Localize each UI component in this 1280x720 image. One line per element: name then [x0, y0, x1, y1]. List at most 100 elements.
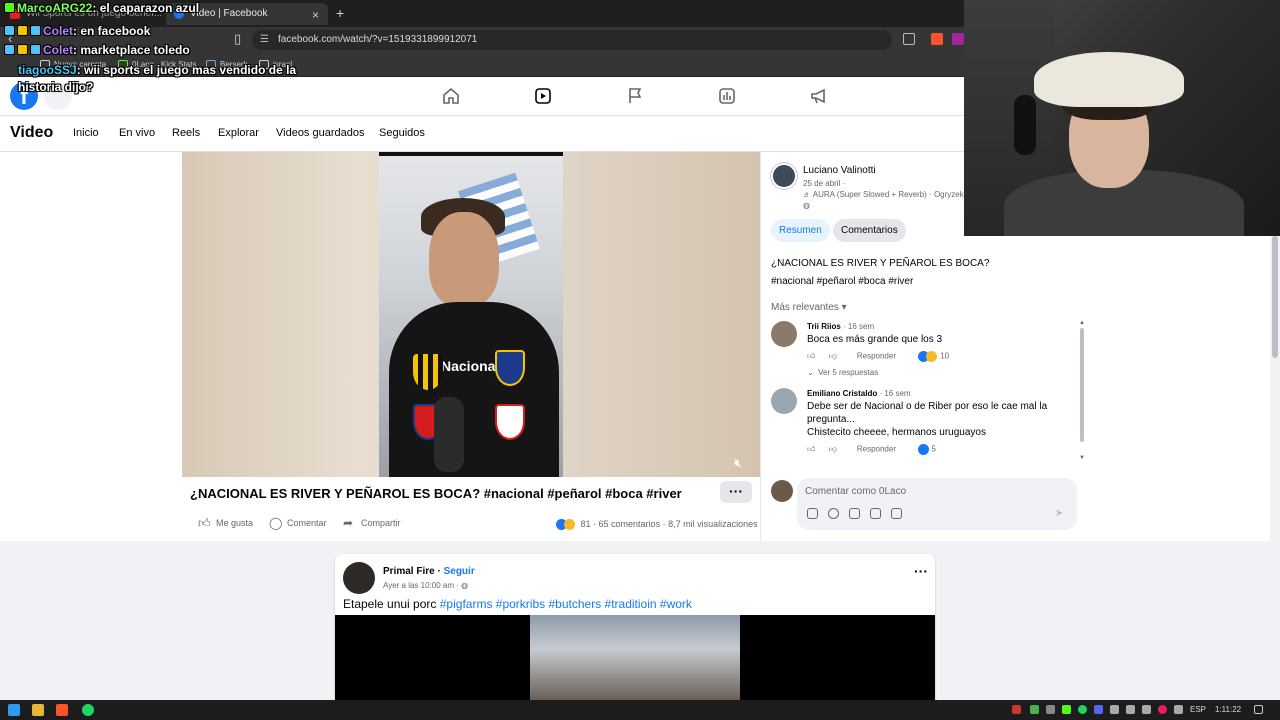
like-icon[interactable]: 👍︎ — [807, 352, 815, 361]
comment-input[interactable]: Comentar como 0Laco — [805, 486, 906, 497]
hashtag[interactable]: #traditioin — [605, 597, 657, 611]
subnav-seguidos[interactable]: Seguidos — [379, 127, 425, 139]
megaphone-icon[interactable] — [809, 86, 829, 106]
comment-composer[interactable]: Comentar como 0Laco ➤ — [797, 478, 1077, 530]
avatar-sticker-icon[interactable] — [807, 508, 818, 519]
flag-icon[interactable] — [625, 86, 645, 106]
video-player[interactable]: Nacional 🔇︎ — [182, 152, 760, 477]
author-avatar[interactable] — [771, 163, 797, 189]
subscriber-badge-icon — [4, 44, 15, 55]
commenter-avatar[interactable] — [771, 388, 797, 414]
network-icon[interactable] — [1126, 705, 1135, 714]
subnav-videos-guardados[interactable]: Videos guardados — [276, 127, 364, 139]
url-input[interactable]: ☰ facebook.com/watch/?v=1519331899912071 — [252, 30, 892, 50]
windows-start-icon[interactable] — [8, 704, 20, 716]
tab-comentarios[interactable]: Comentarios — [833, 219, 906, 242]
user-avatar[interactable] — [771, 480, 793, 502]
mute-icon[interactable]: 🔇︎ — [734, 455, 742, 471]
spotify-tray-icon[interactable] — [1078, 705, 1087, 714]
comment-author[interactable]: Trii Riios · 16 sem — [807, 322, 874, 331]
commenter-avatar[interactable] — [771, 321, 797, 347]
views-count: 8,7 mil visualizaciones — [668, 519, 758, 529]
chevron-left-icon[interactable] — [1142, 705, 1151, 714]
post-time[interactable]: Ayer a las 10:00 am · ◍ — [383, 581, 468, 590]
file-explorer-icon[interactable] — [32, 704, 44, 716]
post-menu-button[interactable]: ··· — [914, 563, 928, 579]
sticker-icon[interactable] — [891, 508, 902, 519]
dislike-icon[interactable]: 👎︎ — [829, 445, 837, 454]
reaction-count[interactable]: 10 — [940, 352, 949, 361]
comment-author[interactable]: Emiliano Cristaldo · 16 sem — [807, 389, 911, 398]
comment-actions: 👍︎ 👎︎ Responder 5 — [807, 444, 936, 455]
comment-text-line2: Chistecito cheeee, hermanos uruguayos — [807, 427, 986, 438]
subnav-explorar[interactable]: Explorar — [218, 127, 259, 139]
more-options-button[interactable]: ··· — [720, 481, 752, 503]
post-hashtags[interactable]: #nacional #peñarol #boca #river — [771, 276, 913, 287]
post-author-avatar[interactable] — [343, 562, 375, 594]
marketplace-icon[interactable] — [717, 86, 737, 106]
post-date[interactable]: 25 de abril · — [803, 179, 845, 188]
volume-icon[interactable] — [1110, 705, 1119, 714]
site-info-icon[interactable]: ☰ — [260, 30, 269, 50]
chevron-down-icon: ▾ — [841, 302, 847, 313]
hashtag[interactable]: #work — [660, 597, 692, 611]
notifications-icon[interactable] — [1254, 705, 1263, 714]
brave-shield-icon[interactable] — [931, 33, 943, 45]
page-scrollbar-thumb[interactable] — [1272, 236, 1278, 358]
microphone-icon[interactable] — [1174, 705, 1183, 714]
music-label[interactable]: ♬ AURA (Super Slowed + Reverb) · Ogryzek — [803, 190, 964, 199]
like-button[interactable]: 👍︎ Me gusta — [198, 516, 253, 530]
emoji-icon[interactable] — [828, 508, 839, 519]
extension-icon[interactable] — [952, 33, 964, 45]
comments-count[interactable]: 65 comentarios — [599, 519, 661, 529]
author-name[interactable]: Luciano Valinotti — [803, 165, 876, 176]
comment-button[interactable]: ◯ Comentar — [269, 516, 327, 530]
reply-button[interactable]: Responder — [857, 352, 896, 361]
close-icon[interactable]: × — [312, 9, 319, 21]
gif-icon[interactable] — [870, 508, 881, 519]
gift-badge-icon — [17, 25, 28, 36]
tray-app-icon[interactable] — [1030, 705, 1039, 714]
scroll-down-icon[interactable]: ▼ — [1079, 455, 1085, 461]
comment-icon: ◯ — [269, 516, 283, 530]
post-video[interactable] — [335, 615, 935, 700]
like-icon[interactable]: 👍︎ — [807, 445, 815, 454]
cast-icon[interactable] — [903, 33, 915, 45]
video-icon[interactable] — [533, 86, 553, 106]
language-indicator[interactable]: ESP — [1190, 705, 1206, 714]
home-icon[interactable] — [441, 86, 461, 106]
post-description: ¿NACIONAL ES RIVER Y PEÑAROL ES BOCA? — [771, 258, 990, 269]
follow-button[interactable]: Seguir — [444, 566, 475, 577]
subnav-inicio[interactable]: Inicio — [73, 127, 99, 139]
subnav-reels[interactable]: Reels — [172, 127, 200, 139]
tab-resumen[interactable]: Resumen — [771, 219, 830, 242]
reply-button[interactable]: Responder — [857, 445, 896, 454]
scroll-up-icon[interactable]: ▲ — [1079, 320, 1085, 326]
tray-app-icon[interactable] — [1158, 705, 1167, 714]
boca-crest — [495, 350, 525, 386]
camera-icon[interactable] — [849, 508, 860, 519]
reactions-count[interactable]: 81 — [581, 519, 591, 529]
tray-app-icon[interactable] — [1062, 705, 1071, 714]
tray-app-icon[interactable] — [1012, 705, 1021, 714]
brave-icon[interactable] — [56, 704, 68, 716]
reaction-count[interactable]: 5 — [931, 445, 935, 454]
discord-icon[interactable] — [1094, 705, 1103, 714]
send-icon[interactable]: ➤ — [1055, 508, 1063, 519]
clock[interactable]: 1:11:22 — [1215, 705, 1241, 714]
page-title: Video — [10, 124, 54, 141]
dislike-icon[interactable]: 👎︎ — [829, 352, 837, 361]
view-replies-button[interactable]: ⌄ Ver 5 respuestas — [807, 368, 878, 377]
sort-comments-dropdown[interactable]: Más relevantes ▾ — [771, 302, 847, 313]
hashtag[interactable]: #porkribs — [496, 597, 545, 611]
subnav-en-vivo[interactable]: En vivo — [119, 127, 155, 139]
bookmark-icon[interactable]: ▯ — [234, 31, 241, 47]
tray-app-icon[interactable] — [1046, 705, 1055, 714]
hashtag[interactable]: #pigfarms — [440, 597, 493, 611]
like-icon: 👍︎ — [198, 516, 211, 530]
new-tab-button[interactable]: + — [336, 5, 344, 21]
spotify-icon[interactable] — [82, 704, 94, 716]
comments-scrollbar[interactable] — [1080, 328, 1084, 442]
hashtag[interactable]: #butchers — [548, 597, 601, 611]
share-button[interactable]: ➦ Compartir — [343, 516, 401, 530]
